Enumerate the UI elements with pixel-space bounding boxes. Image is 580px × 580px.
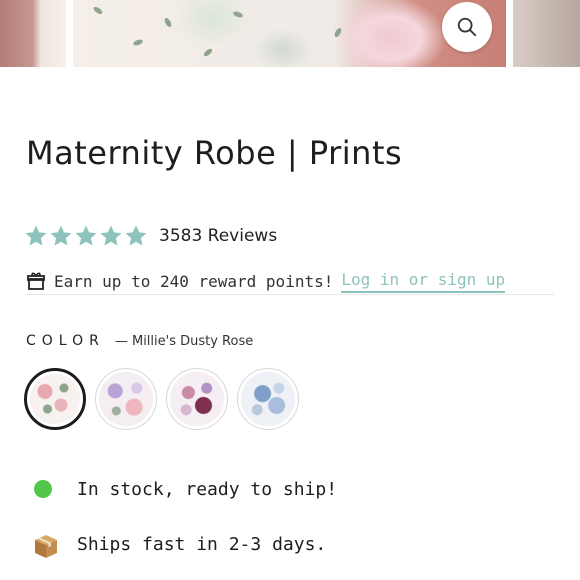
rewards-text: Earn up to 240 reward points!	[54, 271, 334, 291]
shipping-text: Ships fast in 2-3 days.	[77, 534, 327, 555]
star-icon	[75, 225, 97, 246]
stock-text: In stock, ready to ship!	[77, 479, 338, 500]
star-icon	[125, 225, 147, 246]
gallery-main-image[interactable]	[73, 0, 506, 67]
stock-status: In stock, ready to ship!	[32, 479, 337, 500]
color-swatch[interactable]	[166, 368, 228, 430]
star-icon	[100, 225, 122, 246]
color-label: COLOR	[26, 333, 105, 349]
rating-row[interactable]: 3583 Reviews	[24, 224, 277, 248]
rewards-row: Earn up to 240 reward points! Log in or …	[26, 268, 554, 295]
color-swatch-selected[interactable]	[24, 368, 86, 430]
color-swatch[interactable]	[237, 368, 299, 430]
star-rating	[24, 224, 149, 248]
shipping-info: Ships fast in 2-3 days.	[32, 532, 326, 560]
gallery-thumbnail-1[interactable]	[0, 0, 66, 67]
package-icon	[35, 535, 57, 558]
image-gallery	[0, 0, 580, 68]
in-stock-dot-icon	[34, 480, 52, 498]
gift-icon	[27, 272, 45, 290]
color-swatch[interactable]	[95, 368, 157, 430]
product-title: Maternity Robe | Prints	[26, 134, 403, 172]
login-signup-link[interactable]: Log in or sign up	[341, 269, 506, 293]
color-selector-header: COLOR — Millie's Dusty Rose	[26, 333, 253, 349]
star-icon	[50, 225, 72, 246]
zoom-button[interactable]	[442, 2, 492, 52]
selected-color-name: — Millie's Dusty Rose	[114, 334, 254, 349]
star-icon	[25, 225, 47, 246]
gallery-thumbnail-3[interactable]	[513, 0, 580, 67]
reviews-count[interactable]: 3583 Reviews	[159, 226, 277, 246]
search-icon	[457, 17, 477, 37]
